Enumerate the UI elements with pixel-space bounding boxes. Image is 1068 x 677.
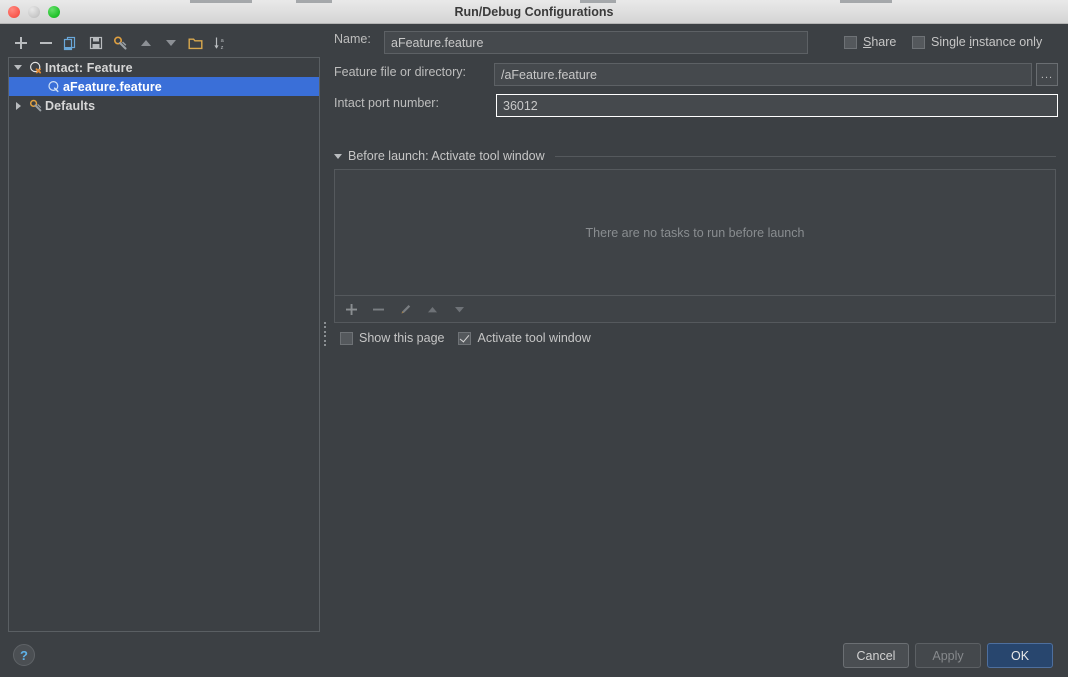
before-launch-divider bbox=[554, 155, 1056, 157]
share-checkbox[interactable]: Share bbox=[844, 35, 896, 49]
edit-defaults-button[interactable] bbox=[108, 31, 133, 55]
tree-item-defaults[interactable]: Defaults bbox=[9, 96, 319, 115]
before-launch-header[interactable]: Before launch: Activate tool window bbox=[334, 148, 1056, 164]
task-move-down-button[interactable] bbox=[447, 297, 472, 321]
wrench-icon bbox=[113, 35, 127, 50]
activate-tool-window-checkbox[interactable]: Activate tool window bbox=[458, 331, 591, 345]
chevron-down-icon bbox=[334, 153, 342, 159]
name-input[interactable] bbox=[384, 31, 808, 54]
add-configuration-button[interactable] bbox=[8, 31, 33, 55]
help-button[interactable]: ? bbox=[13, 644, 35, 666]
show-this-page-checkbox-box[interactable] bbox=[340, 331, 353, 345]
ok-button[interactable]: OK bbox=[987, 643, 1053, 668]
expand-toggle[interactable] bbox=[9, 58, 27, 77]
apply-button[interactable]: Apply bbox=[915, 643, 981, 668]
name-row: Name: bbox=[334, 32, 371, 46]
port-input[interactable] bbox=[496, 94, 1058, 117]
before-launch-empty-text: There are no tasks to run before launch bbox=[585, 225, 805, 240]
tree-item-afeature-feature[interactable]: aFeature.feature bbox=[9, 77, 319, 96]
tree-item-label: Defaults bbox=[45, 98, 96, 113]
folder-icon bbox=[188, 38, 203, 50]
name-label: Name: bbox=[334, 32, 371, 46]
window-title-bar: Run/Debug Configurations bbox=[0, 0, 1068, 24]
share-label: Share bbox=[863, 35, 897, 49]
port-row: Intact port number: bbox=[334, 96, 439, 110]
feature-file-input[interactable] bbox=[494, 63, 1032, 86]
chevron-down-icon bbox=[14, 65, 22, 70]
tree-item-label: aFeature.feature bbox=[63, 79, 162, 94]
before-launch-toolbar bbox=[334, 296, 1056, 323]
sort-alpha-icon: a z bbox=[213, 37, 224, 51]
cancel-button[interactable]: Cancel bbox=[843, 643, 909, 668]
single-instance-checkbox-box[interactable] bbox=[912, 35, 925, 49]
tree-item-intact-feature[interactable]: Intact: Feature bbox=[9, 58, 319, 77]
copy-configuration-button[interactable] bbox=[58, 31, 83, 55]
arrow-down-icon bbox=[165, 40, 176, 46]
minimize-button[interactable] bbox=[28, 6, 40, 18]
run-debug-configurations-dialog: Run/Debug Configurations a z Intact: Fea… bbox=[0, 0, 1068, 677]
edit-task-button[interactable] bbox=[393, 297, 418, 321]
share-checkbox-box[interactable] bbox=[844, 35, 857, 49]
show-this-page-label: Show this page bbox=[359, 331, 445, 345]
close-button[interactable] bbox=[8, 6, 20, 18]
feature-file-row: Feature file or directory: bbox=[334, 65, 466, 79]
plus-icon bbox=[14, 37, 27, 49]
chevron-right-icon bbox=[15, 101, 21, 110]
show-this-page-checkbox[interactable]: Show this page bbox=[340, 331, 444, 345]
task-move-up-button[interactable] bbox=[420, 297, 445, 321]
zoom-button[interactable] bbox=[48, 6, 60, 18]
activate-tool-window-checkbox-box[interactable] bbox=[458, 331, 472, 345]
browse-file-button[interactable]: ... bbox=[1036, 63, 1058, 86]
save-configuration-button[interactable] bbox=[83, 31, 108, 55]
plus-icon bbox=[346, 303, 357, 315]
splitter-dot bbox=[324, 322, 326, 324]
arrow-down-icon bbox=[455, 306, 464, 312]
single-instance-checkbox[interactable]: Single instance only bbox=[912, 35, 1042, 49]
add-task-button[interactable] bbox=[339, 297, 364, 321]
before-launch-options: Show this page Activate tool window bbox=[340, 331, 591, 345]
port-label: Intact port number: bbox=[334, 96, 439, 110]
svg-text:z: z bbox=[220, 45, 223, 51]
splitter-dot bbox=[324, 343, 326, 346]
arrow-up-icon bbox=[140, 40, 151, 46]
create-folder-button[interactable] bbox=[183, 31, 208, 55]
sort-configurations-button[interactable]: a z bbox=[208, 31, 233, 55]
splitter-dot bbox=[324, 335, 326, 338]
question-mark-icon: ? bbox=[20, 647, 28, 663]
expand-toggle[interactable] bbox=[9, 96, 27, 115]
configurations-tree[interactable]: Intact: Feature aFeature.feature Default… bbox=[8, 57, 320, 632]
move-down-button[interactable] bbox=[158, 31, 183, 55]
share-label-rest: hare bbox=[871, 35, 897, 49]
cucumber-feature-icon bbox=[45, 77, 63, 96]
before-launch-title: Before launch: Activate tool window bbox=[348, 149, 545, 163]
splitter-dot bbox=[324, 326, 326, 329]
svg-text:a: a bbox=[220, 38, 224, 44]
panel-splitter-handle[interactable] bbox=[322, 320, 328, 348]
single-instance-label: Single instance only bbox=[931, 35, 1043, 49]
remove-configuration-button[interactable] bbox=[33, 31, 58, 55]
arrow-up-icon bbox=[428, 306, 437, 312]
remove-task-button[interactable] bbox=[366, 297, 391, 321]
copy-icon bbox=[63, 36, 76, 50]
configurations-toolbar: a z bbox=[8, 30, 320, 56]
minus-icon bbox=[39, 42, 52, 44]
wrench-icon bbox=[27, 96, 45, 115]
pencil-icon bbox=[401, 305, 410, 314]
tree-item-label: Intact: Feature bbox=[45, 60, 133, 75]
move-up-button[interactable] bbox=[133, 31, 158, 55]
save-icon bbox=[89, 36, 102, 50]
feature-file-label: Feature file or directory: bbox=[334, 65, 466, 79]
splitter-dot bbox=[324, 330, 326, 333]
window-title: Run/Debug Configurations bbox=[454, 5, 614, 19]
cucumber-feature-icon bbox=[27, 58, 45, 77]
splitter-dot bbox=[324, 339, 326, 342]
before-launch-task-list[interactable]: There are no tasks to run before launch bbox=[334, 169, 1056, 296]
activate-tool-window-label: Activate tool window bbox=[477, 331, 591, 345]
minus-icon bbox=[373, 308, 384, 310]
